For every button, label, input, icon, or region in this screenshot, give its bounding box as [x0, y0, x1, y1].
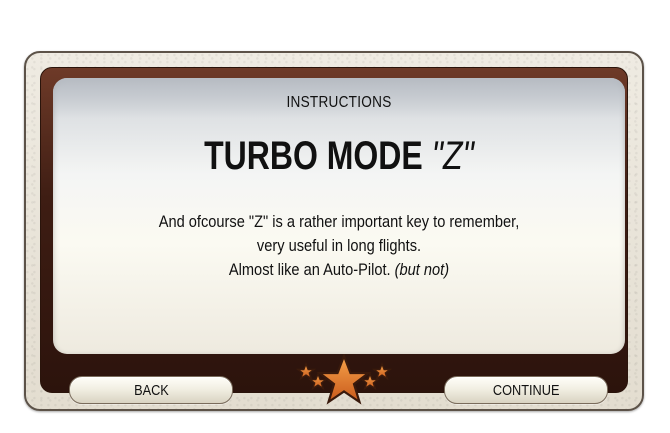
title-key: "Z"	[431, 134, 474, 178]
back-button-label: BACK	[133, 381, 169, 399]
body-line-2: very useful in long flights.	[256, 236, 422, 255]
dialog-inner-frame: INSTRUCTIONS TURBO MODE "Z" And ofcourse…	[40, 67, 628, 405]
body-line-3-aside: (but not)	[394, 260, 450, 279]
continue-button-label: CONTINUE	[492, 381, 560, 399]
instructions-panel: INSTRUCTIONS TURBO MODE "Z" And ofcourse…	[53, 78, 625, 354]
continue-button[interactable]: CONTINUE	[444, 376, 608, 404]
page-title: TURBO MODE "Z"	[110, 134, 568, 179]
star-small-right-outer-icon	[371, 361, 393, 381]
body-line-3: Almost like an Auto-Pilot. (but not)	[93, 258, 585, 282]
body-line-3-main: Almost like an Auto-Pilot.	[228, 260, 391, 279]
back-button[interactable]: BACK	[69, 376, 233, 404]
rating-stars-icon	[295, 354, 393, 405]
star-small-left-outer-icon	[295, 361, 317, 381]
body-line-1: And ofcourse "Z" is a rather important k…	[158, 212, 520, 231]
instructions-dialog: INSTRUCTIONS TURBO MODE "Z" And ofcourse…	[24, 51, 644, 411]
instructions-body: And ofcourse "Z" is a rather important k…	[93, 210, 585, 282]
title-main: TURBO MODE	[204, 134, 423, 178]
section-label: INSTRUCTIONS	[286, 94, 392, 111]
